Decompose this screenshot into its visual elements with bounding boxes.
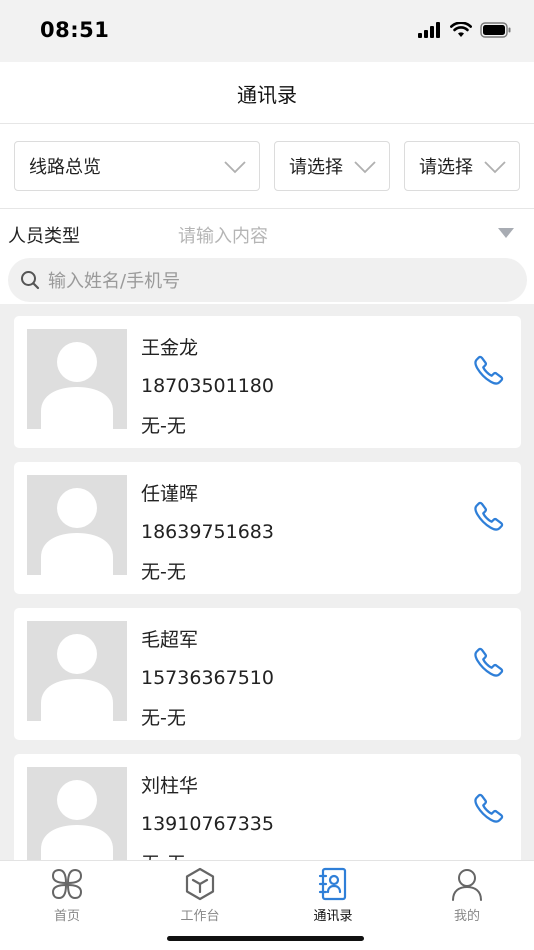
- cellular-signal-icon: [418, 22, 440, 38]
- contact-list[interactable]: 王金龙 18703501180 无-无 任谨晖 18639751683 无-无 …: [0, 304, 534, 860]
- contact-phone: 15736367510: [141, 667, 274, 689]
- contact-phone: 18639751683: [141, 521, 274, 543]
- home-indicator: [167, 936, 364, 941]
- contact-card[interactable]: 任谨晖 18639751683 无-无: [14, 462, 521, 594]
- status-icons: [418, 22, 512, 38]
- avatar-placeholder-icon: [27, 621, 127, 721]
- phone-call-icon[interactable]: [473, 646, 505, 678]
- contact-name: 刘柱华: [141, 775, 199, 797]
- select-a-value: 请选择: [289, 157, 343, 178]
- contact-name: 毛超军: [141, 629, 199, 651]
- tab-label: 首页: [53, 909, 80, 924]
- person-type-input[interactable]: 请输入内容: [178, 222, 268, 248]
- tab-mine[interactable]: 我的: [422, 867, 512, 924]
- avatar-placeholder-icon: [27, 767, 127, 860]
- search-input[interactable]: 输入姓名/手机号: [8, 258, 527, 302]
- dropdown-triangle-icon[interactable]: [498, 228, 514, 238]
- status-time: 08:51: [40, 18, 110, 42]
- avatar-placeholder-icon: [27, 475, 127, 575]
- search-icon: [21, 271, 40, 290]
- contact-phone: 18703501180: [141, 375, 274, 397]
- tab-label: 我的: [453, 909, 480, 924]
- phone-call-icon[interactable]: [473, 500, 505, 532]
- line-select[interactable]: 线路总览: [14, 141, 260, 191]
- home-grid-icon: [51, 868, 83, 900]
- status-bar: 08:51: [0, 0, 534, 62]
- filter-row: 线路总览 请选择 请选择: [0, 124, 534, 209]
- select-b-value: 请选择: [419, 157, 473, 178]
- cube-icon: [185, 867, 215, 901]
- contact-name: 王金龙: [141, 337, 199, 359]
- tab-label: 通讯录: [313, 909, 353, 924]
- contact-dept: 无-无: [141, 849, 186, 860]
- select-a[interactable]: 请选择: [274, 141, 390, 191]
- tab-home[interactable]: 首页: [22, 867, 112, 924]
- tab-workbench[interactable]: 工作台: [155, 867, 245, 924]
- person-type-label: 人员类型: [8, 226, 80, 247]
- contact-phone: 13910767335: [141, 813, 274, 835]
- chevron-down-icon: [224, 161, 246, 174]
- battery-icon: [480, 22, 511, 38]
- nav-bar: 通讯录: [0, 62, 534, 124]
- line-select-value: 线路总览: [29, 157, 101, 178]
- contact-card[interactable]: 刘柱华 13910767335 无-无: [14, 754, 521, 860]
- tab-label: 工作台: [180, 909, 220, 924]
- contact-card[interactable]: 毛超军 15736367510 无-无: [14, 608, 521, 740]
- tab-contacts[interactable]: 通讯录: [288, 867, 378, 924]
- contact-dept: 无-无: [141, 415, 186, 437]
- phone-call-icon[interactable]: [473, 792, 505, 824]
- search-placeholder: 输入姓名/手机号: [48, 271, 181, 292]
- page-title: 通讯录: [237, 83, 297, 107]
- phone-call-icon[interactable]: [473, 354, 505, 386]
- contacts-book-icon: [318, 867, 347, 901]
- person-type-row[interactable]: 人员类型 请输入内容: [0, 210, 534, 256]
- avatar-placeholder-icon: [27, 329, 127, 429]
- contact-dept: 无-无: [141, 707, 186, 729]
- wifi-icon: [450, 22, 472, 37]
- chevron-down-icon: [354, 161, 376, 174]
- chevron-down-icon: [484, 161, 506, 174]
- contact-name: 任谨晖: [141, 483, 199, 505]
- contact-card[interactable]: 王金龙 18703501180 无-无: [14, 316, 521, 448]
- contact-dept: 无-无: [141, 561, 186, 583]
- person-icon: [452, 869, 482, 901]
- select-b[interactable]: 请选择: [404, 141, 520, 191]
